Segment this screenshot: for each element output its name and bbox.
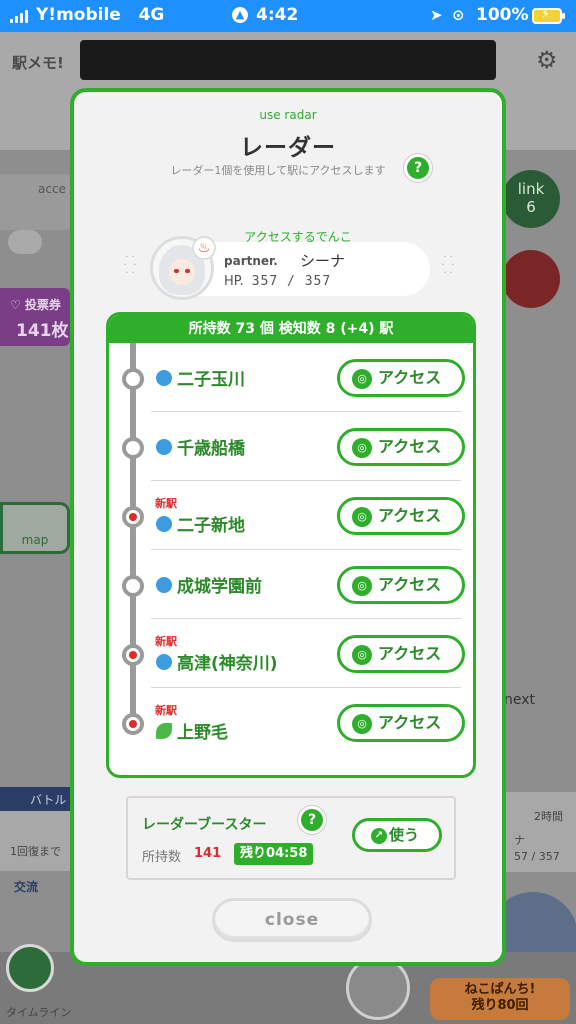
station-type-icon bbox=[156, 577, 172, 593]
booster-icon: ↗ bbox=[371, 828, 387, 844]
booster-count-label: 所持数 bbox=[142, 850, 182, 865]
access-button[interactable]: ◎ アクセス bbox=[337, 428, 465, 466]
station-name: 二子玉川 bbox=[177, 370, 245, 390]
timeline-label[interactable]: タイムライン bbox=[6, 1004, 71, 1020]
use-booster-button[interactable]: ↗ 使う bbox=[352, 818, 442, 852]
station-list-header: 所持数 73 個 検知数 8 (+4) 駅 bbox=[109, 315, 473, 343]
help-icon[interactable]: ? bbox=[404, 154, 432, 182]
station-node bbox=[122, 368, 144, 390]
new-station-tag: 新駅 bbox=[155, 635, 177, 648]
gear-icon[interactable]: ⚙ bbox=[536, 46, 558, 74]
new-station-tag: 新駅 bbox=[155, 497, 177, 510]
booster-help-icon[interactable]: ? bbox=[298, 806, 326, 834]
home-icon[interactable] bbox=[6, 944, 54, 992]
station-row: 新駅 上野毛 ◎ アクセス bbox=[109, 688, 473, 757]
access-card: acce bbox=[0, 174, 72, 230]
radar-icon: ◎ bbox=[352, 714, 372, 734]
status-bar: Y!mobile 4G ▲ 4:42 ➤ ⊙ 100% ⚡ bbox=[0, 0, 576, 32]
fire-attribute-icon: ♨ bbox=[192, 236, 216, 260]
modal-description: レーダー1個を使用して駅にアクセスします bbox=[170, 164, 386, 177]
station-node-new bbox=[122, 713, 144, 735]
status-time: 4:42 bbox=[256, 5, 299, 25]
partner-panel: 2時間 ナ 57 / 357 bbox=[504, 792, 576, 872]
station-type-icon bbox=[156, 370, 172, 386]
access-button[interactable]: ◎ アクセス bbox=[337, 566, 465, 604]
access-button[interactable]: ◎ アクセス bbox=[337, 635, 465, 673]
station-list: 所持数 73 個 検知数 8 (+4) 駅 二子玉川 ◎ アクセス 千歳船橋 ◎ ア… bbox=[106, 312, 476, 778]
radar-modal: use radar レーダー レーダー1個を使用して駅にアクセスします ? アク… bbox=[70, 88, 506, 966]
new-station-tag: 新駅 bbox=[155, 704, 177, 717]
radar-icon: ◎ bbox=[352, 369, 372, 389]
radar-icon: ◎ bbox=[352, 438, 372, 458]
battle-tab[interactable]: バトル bbox=[0, 787, 72, 811]
partner-name: シーナ bbox=[300, 252, 346, 270]
station-node bbox=[122, 575, 144, 597]
leaf-icon bbox=[156, 723, 172, 739]
station-name: 上野毛 bbox=[177, 723, 228, 743]
station-name: 成城学園前 bbox=[177, 577, 262, 597]
bell-icon[interactable] bbox=[502, 250, 560, 308]
booster-title: レーダーブースター bbox=[142, 817, 267, 833]
access-button[interactable]: ◎ アクセス bbox=[337, 359, 465, 397]
station-node-new bbox=[122, 644, 144, 666]
signal-icon bbox=[10, 9, 28, 23]
partner-prefix: partner. bbox=[224, 254, 278, 268]
radar-icon: ◎ bbox=[352, 576, 372, 596]
modal-subtitle: use radar bbox=[259, 108, 317, 122]
battery-icon: ⚡ bbox=[532, 7, 565, 24]
station-row: 新駅 高津(神奈川) ◎ アクセス bbox=[109, 619, 473, 688]
sparkle-icon: · · · · · · bbox=[123, 252, 137, 279]
station-node bbox=[122, 437, 144, 459]
link-button[interactable]: link 6 bbox=[502, 170, 560, 228]
carrier-text: Y!mobile 4G bbox=[36, 5, 165, 25]
map-button[interactable]: map bbox=[0, 502, 70, 554]
station-node-new bbox=[122, 506, 144, 528]
station-name: 高津(神奈川) bbox=[177, 654, 278, 674]
ticker-bar bbox=[80, 40, 496, 80]
station-row: 成城学園前 ◎ アクセス bbox=[109, 550, 473, 619]
app-logo: 駅メモ! bbox=[12, 54, 64, 72]
station-type-icon bbox=[156, 439, 172, 455]
sparkle-icon: · · · · · · bbox=[441, 252, 455, 279]
battery-percent: 100% bbox=[476, 5, 529, 25]
booster-remaining-badge: 残り04:58 bbox=[234, 843, 314, 865]
radar-booster-panel: レーダーブースター ? 所持数 141 残り04:58 ↗ 使う bbox=[126, 796, 456, 880]
station-row: 新駅 二子新地 ◎ アクセス bbox=[109, 481, 473, 550]
close-button[interactable]: close bbox=[212, 898, 372, 942]
booster-count: 141 bbox=[194, 846, 222, 861]
neko-punch-button[interactable]: ねこぱんち! 残り80回 bbox=[430, 978, 570, 1020]
partner-hp: HP. 357 / 357 bbox=[224, 274, 332, 289]
station-name: 千歳船橋 bbox=[177, 439, 245, 459]
orientation-lock-icon: ⊙ bbox=[452, 6, 465, 24]
next-label: next bbox=[504, 692, 536, 708]
access-button[interactable]: ◎ アクセス bbox=[337, 704, 465, 742]
radar-icon: ◎ bbox=[352, 507, 372, 527]
station-name: 二子新地 bbox=[177, 516, 245, 536]
vote-ticket-card[interactable]: ♡ 投票券 141枚 bbox=[0, 288, 70, 346]
location-arrow-icon: ➤ bbox=[430, 6, 443, 24]
station-type-icon bbox=[156, 654, 172, 670]
exchange-banner[interactable]: 交流 bbox=[14, 878, 38, 895]
station-row: 二子玉川 ◎ アクセス bbox=[109, 343, 473, 412]
access-button[interactable]: ◎ アクセス bbox=[337, 497, 465, 535]
radar-icon: ◎ bbox=[352, 645, 372, 665]
modal-title: レーダー bbox=[240, 135, 336, 161]
station-type-icon bbox=[156, 516, 172, 532]
station-row: 千歳船橋 ◎ アクセス bbox=[109, 412, 473, 481]
battle-panel: 1回復まで bbox=[0, 811, 72, 871]
refresh-button[interactable] bbox=[8, 230, 42, 254]
location-service-icon: ▲ bbox=[232, 7, 248, 23]
